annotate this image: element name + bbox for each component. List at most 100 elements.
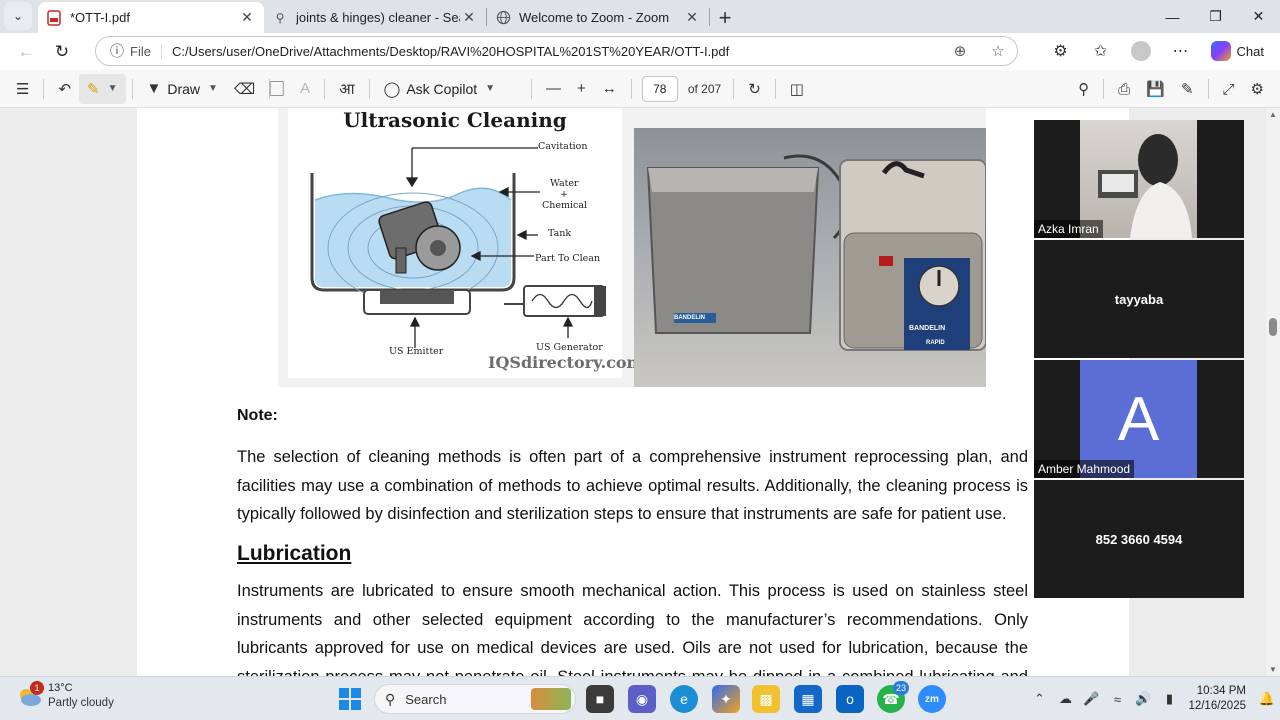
tab-pdf[interactable]: *OTT-I.pdf ✕: [38, 2, 264, 33]
figure-ultrasonic-cleaning: Ultrasonic Cleaning Cavitation Water + C…: [278, 108, 986, 387]
network-status-icon[interactable]: ☁: [1052, 686, 1078, 712]
toolbar-separator: [324, 78, 326, 99]
toolbar-separator: [368, 78, 370, 99]
more-menu-icon[interactable]: ⋯: [1163, 36, 1199, 66]
chevron-down-icon: ▼: [485, 83, 496, 94]
extensions-icon[interactable]: ⚙: [1043, 36, 1079, 66]
participant-tile[interactable]: A Amber Mahmood: [1034, 360, 1244, 478]
highlighter-icon: ✎: [87, 80, 100, 98]
fullscreen-icon[interactable]: ⤢: [1215, 74, 1243, 104]
label-us-emitter: US Emitter: [389, 346, 444, 357]
rotate-icon[interactable]: ↻: [740, 74, 769, 104]
tab-title: Welcome to Zoom - Zoom: [519, 10, 670, 25]
url-field[interactable]: ⓘ File C:/Users/user/OneDrive/Attachment…: [95, 36, 1018, 66]
volume-icon[interactable]: 🔊: [1130, 686, 1156, 712]
pdf-icon: [46, 9, 62, 26]
refresh-icon: ↻: [54, 41, 70, 61]
settings-gear-icon[interactable]: ⚙: [1243, 74, 1272, 104]
back-arrow-icon: ←: [17, 41, 35, 61]
copilot-app-icon[interactable]: ✦: [712, 685, 740, 713]
zoom-app-icon[interactable]: zm: [918, 685, 946, 713]
print-icon[interactable]: ⎙: [1110, 74, 1138, 104]
weather-widget[interactable]: 1 13°C Partly cloudy: [16, 681, 114, 711]
toolbar-separator: [531, 78, 533, 99]
zoom-icon[interactable]: ⊕: [941, 42, 979, 60]
ultrasonic-cleaner-photo: BANDELIN BANDELIN RAPID: [634, 128, 986, 387]
text-format-icon: A: [300, 80, 311, 97]
taskbar-search[interactable]: ⚲ Search: [374, 684, 576, 714]
restore-button[interactable]: ❐: [1194, 0, 1237, 33]
label-us-generator: US Generator: [536, 342, 603, 353]
text-box-icon[interactable]: ⃞: [276, 74, 292, 104]
zoom-in-icon[interactable]: +: [569, 74, 594, 104]
page-view-icon[interactable]: ◫: [782, 74, 812, 104]
pdf-toolbar: ☰ ↶ ✎ ▼ ▼ Draw ▼ ⌫ ⃞ A आ ◯ Ask Copilot ▼…: [0, 70, 1280, 108]
pdf-viewport[interactable]: Ultrasonic Cleaning Cavitation Water + C…: [0, 108, 1280, 676]
device-brand-label: BANDELIN: [674, 315, 705, 321]
wifi-icon[interactable]: ≈: [1104, 686, 1130, 712]
search-label: Search: [405, 691, 447, 707]
edge-icon[interactable]: e: [670, 685, 698, 713]
scroll-up-icon[interactable]: ▲: [1268, 110, 1278, 119]
toolbar-separator: [1103, 79, 1105, 99]
url-text[interactable]: C:/Users/user/OneDrive/Attachments/Deskt…: [172, 44, 941, 59]
window-close-button[interactable]: ✕: [1237, 0, 1280, 33]
store-icon[interactable]: ▦: [794, 685, 822, 713]
tab-zoom[interactable]: Welcome to Zoom - Zoom ✕: [487, 2, 709, 33]
participant-tile[interactable]: 852 3660 4594: [1034, 480, 1244, 598]
microphone-icon[interactable]: 🎤: [1078, 686, 1104, 712]
url-scheme-label: File: [130, 43, 162, 59]
notifications-bell-icon[interactable]: 🔔: [1254, 686, 1280, 712]
participant-name: Azka Imran: [1034, 220, 1103, 238]
eraser-icon[interactable]: ⌫: [226, 74, 263, 104]
clock[interactable]: 10:34 PM 12/16/2025: [1188, 684, 1246, 714]
participant-tile[interactable]: tayyaba: [1034, 240, 1244, 358]
search-highlight-icon: [531, 688, 571, 710]
tab-search[interactable]: ⚲ joints & hinges) cleaner - Search ✕: [264, 2, 486, 33]
teams-icon[interactable]: ◉: [628, 685, 656, 713]
lubrication-paragraph: Instruments are lubricated to ensure smo…: [237, 582, 1028, 676]
scroll-thumb[interactable]: [1269, 318, 1277, 336]
fit-to-width-icon[interactable]: ↔: [594, 74, 625, 104]
windows-start-icon[interactable]: [336, 685, 364, 713]
ultrasonic-cleaner-drawing: [646, 154, 986, 351]
tab-actions-button[interactable]: ⌄: [4, 2, 32, 30]
close-icon[interactable]: ✕: [460, 9, 478, 26]
highlight-button[interactable]: ✎ ▼: [79, 73, 126, 104]
copilot-chat-button[interactable]: Chat: [1203, 41, 1272, 61]
refresh-button[interactable]: ↻: [44, 36, 80, 68]
contents-icon[interactable]: ☰: [8, 74, 37, 104]
scroll-down-icon[interactable]: ▼: [1268, 665, 1278, 674]
new-tab-button[interactable]: +: [710, 3, 740, 33]
profile-button[interactable]: [1123, 36, 1159, 66]
zoom-out-icon[interactable]: —: [538, 74, 569, 104]
find-icon[interactable]: ⚲: [1070, 74, 1097, 104]
file-explorer-icon[interactable]: ▩: [752, 685, 780, 713]
outlook-icon[interactable]: o: [836, 685, 864, 713]
system-tray: ⌃ ☁ 🎤 ≈ 🔊 ▮ 10:34 PM 12/16/2025 🔔: [1026, 677, 1280, 720]
minimize-button[interactable]: —: [1151, 0, 1194, 33]
close-icon[interactable]: ✕: [238, 9, 256, 26]
favorite-star-icon[interactable]: ☆: [979, 42, 1017, 60]
save-icon[interactable]: 💾: [1138, 74, 1173, 104]
close-icon[interactable]: ✕: [683, 9, 701, 26]
globe-icon: [495, 10, 511, 26]
battery-icon[interactable]: ▮: [1156, 686, 1182, 712]
favorites-icon[interactable]: ✩: [1083, 36, 1119, 66]
info-icon[interactable]: ⓘ: [110, 41, 124, 61]
draw-label: Draw: [167, 80, 201, 97]
back-button[interactable]: ←: [8, 36, 44, 68]
read-aloud-icon[interactable]: आ: [331, 74, 362, 104]
page-number-input[interactable]: 78: [641, 75, 678, 102]
search-icon: ⚲: [385, 690, 396, 707]
chevron-up-icon[interactable]: ⌃: [1026, 686, 1052, 712]
label-tank: Tank: [548, 228, 572, 239]
participant-tile[interactable]: Azka Imran: [1034, 120, 1244, 238]
undo-icon[interactable]: ↶: [50, 74, 79, 104]
vertical-scrollbar[interactable]: ▲ ▼: [1266, 108, 1280, 676]
draw-button[interactable]: ▼ Draw ▼: [139, 74, 226, 104]
task-view-icon[interactable]: ■: [586, 685, 614, 713]
ask-copilot-button[interactable]: ◯ Ask Copilot ▼: [376, 74, 504, 104]
save-as-icon[interactable]: ✎: [1173, 74, 1202, 104]
note-heading: Note:: [237, 407, 278, 424]
